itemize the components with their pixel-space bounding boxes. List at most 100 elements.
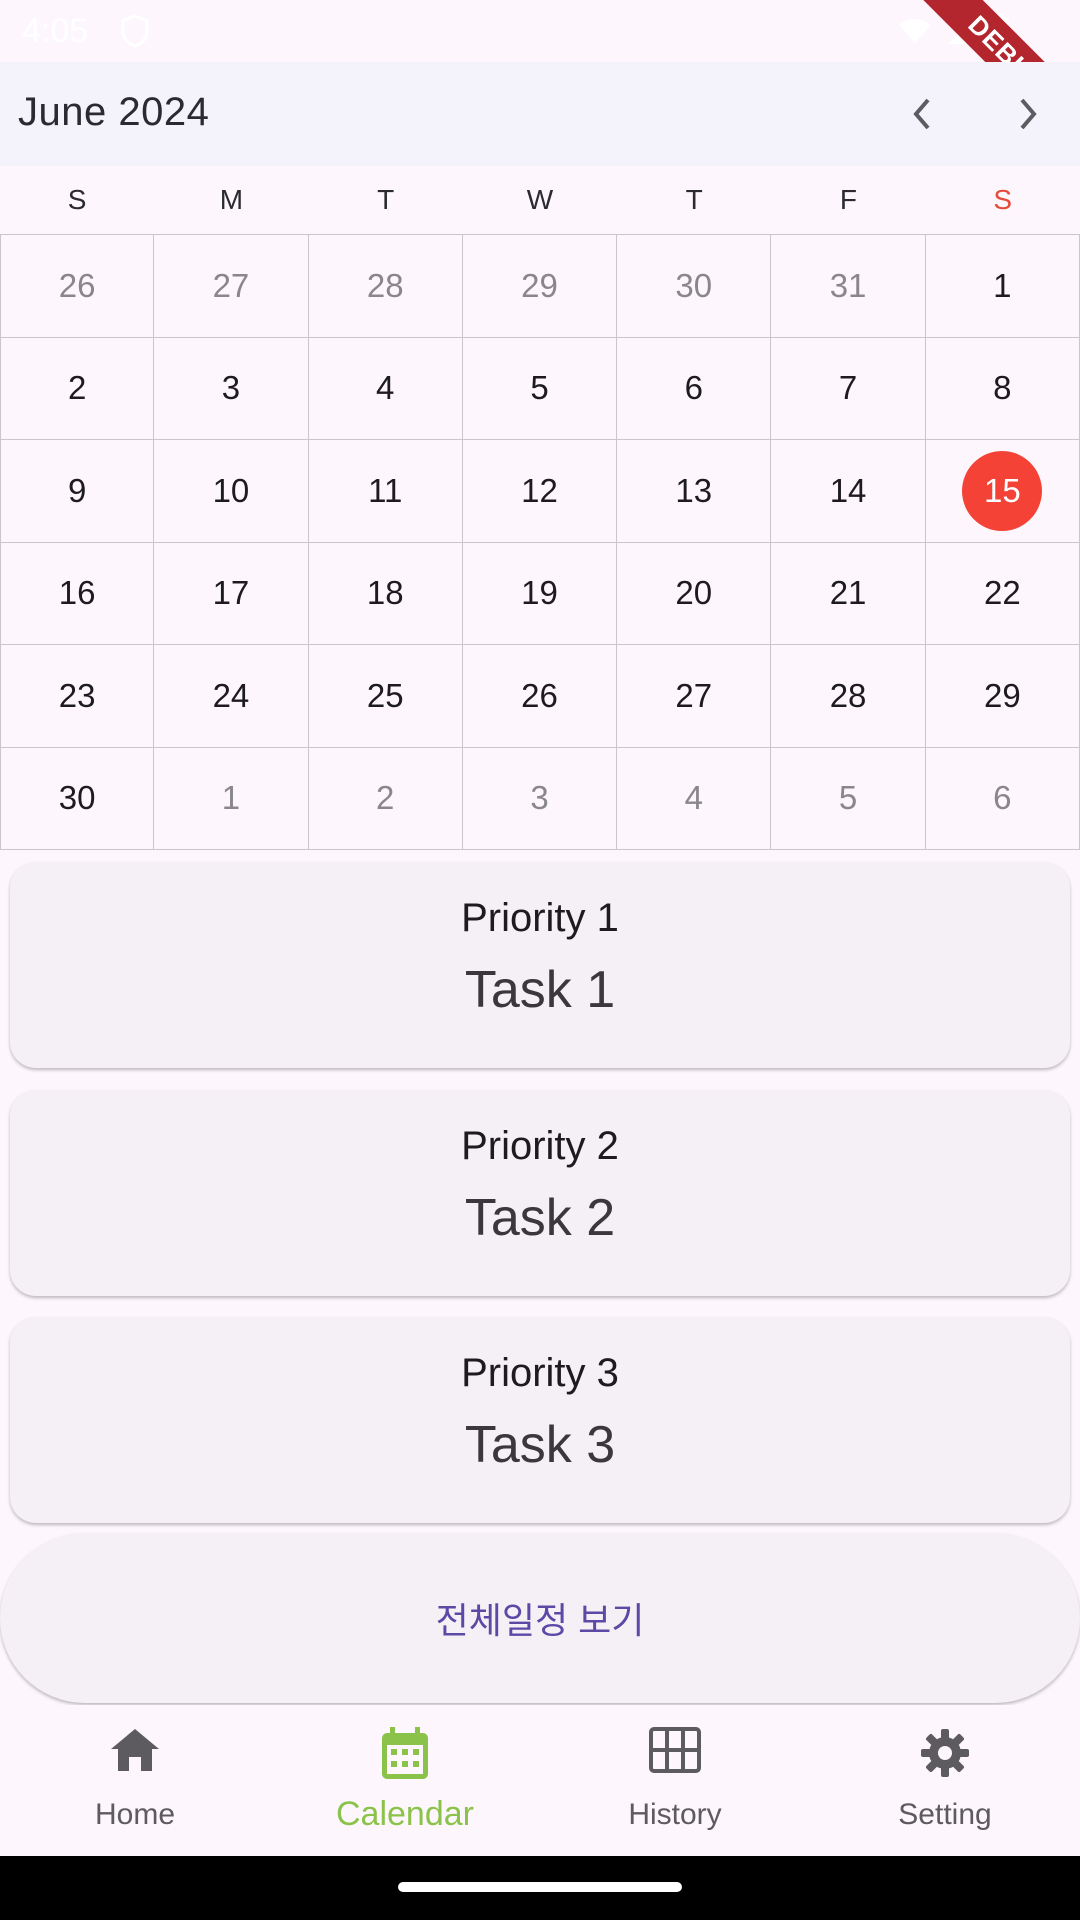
task-name: Task 1: [464, 961, 616, 1019]
task-card-1[interactable]: Priority 1 Task 1: [10, 862, 1070, 1068]
calendar-day[interactable]: 29: [925, 645, 1080, 748]
calendar-day[interactable]: 3: [154, 337, 309, 440]
nav-setting[interactable]: Setting: [810, 1705, 1080, 1855]
calendar-grid: 26 27 28 29 30 31 1 2 3 4 5 6 7 8 9 10 11 12 13 14 15 16 17 18 1…: [0, 234, 1080, 850]
calendar-day[interactable]: 4: [308, 337, 463, 440]
calendar-day[interactable]: 11: [308, 440, 463, 543]
day-number: 2: [67, 369, 87, 407]
calendar-day-selected[interactable]: 15: [925, 440, 1080, 543]
calendar-day[interactable]: 25: [308, 645, 463, 748]
calendar-day[interactable]: 16: [0, 542, 155, 645]
calendar-icon: [270, 1727, 540, 1781]
calendar-day[interactable]: 22: [925, 542, 1080, 645]
shield-icon: [120, 14, 150, 53]
calendar-day[interactable]: 5: [462, 337, 618, 440]
view-all-schedule-button[interactable]: 전체일정 보기: [0, 1533, 1080, 1703]
calendar-day[interactable]: 2: [0, 337, 155, 440]
day-number: 3: [221, 369, 241, 407]
bottom-navigation: Home Calendar History Setting: [0, 1705, 1080, 1855]
calendar-day[interactable]: 28: [771, 645, 926, 748]
day-number: 8: [993, 369, 1012, 407]
day-number: 28: [366, 266, 404, 304]
task-name: Task 2: [464, 1189, 616, 1247]
calendar-day[interactable]: 26: [462, 645, 618, 748]
calendar-day[interactable]: 30: [617, 235, 772, 338]
calendar-day[interactable]: 21: [771, 542, 926, 645]
day-number: 29: [983, 676, 1021, 714]
prev-month-button[interactable]: [898, 90, 946, 138]
task-card-3[interactable]: Priority 3 Task 3: [10, 1317, 1070, 1523]
day-number: 18: [366, 574, 404, 612]
day-number: 5: [838, 779, 858, 817]
day-number: 19: [521, 574, 558, 612]
nav-label: History: [628, 1798, 722, 1831]
chevron-right-icon: [1020, 98, 1037, 130]
calendar-day[interactable]: 31: [771, 235, 926, 338]
day-number: 26: [521, 676, 558, 714]
day-number: 5: [530, 369, 549, 407]
next-month-button[interactable]: [1004, 90, 1052, 138]
month-title: June 2024: [18, 90, 210, 134]
calendar-day[interactable]: 9: [0, 440, 155, 543]
weekday-row: S M T W T F S: [0, 166, 1080, 234]
calendar-day[interactable]: 18: [308, 542, 463, 645]
day-number: 17: [212, 574, 250, 612]
calendar-day[interactable]: 27: [154, 235, 309, 338]
day-number: 21: [829, 574, 867, 612]
day-number: 4: [684, 779, 703, 817]
nav-home[interactable]: Home: [0, 1705, 270, 1855]
calendar-header: June 2024: [0, 62, 1080, 166]
calendar-day[interactable]: 3: [462, 747, 618, 850]
calendar-day[interactable]: 6: [617, 337, 772, 440]
day-number: 29: [521, 266, 558, 304]
day-number: 25: [366, 676, 404, 714]
weekday-label: W: [526, 184, 554, 215]
calendar-day[interactable]: 12: [462, 440, 618, 543]
nav-history[interactable]: History: [540, 1705, 810, 1855]
task-card-2[interactable]: Priority 2 Task 2: [10, 1090, 1070, 1296]
day-number: 26: [58, 266, 96, 304]
calendar-day[interactable]: 23: [0, 645, 155, 748]
calendar-day[interactable]: 29: [462, 235, 618, 338]
calendar-day[interactable]: 1: [154, 747, 309, 850]
calendar-day[interactable]: 10: [154, 440, 309, 543]
day-number: 23: [58, 676, 96, 714]
calendar-day[interactable]: 19: [462, 542, 618, 645]
calendar-day[interactable]: 24: [154, 645, 309, 748]
calendar-day[interactable]: 20: [617, 542, 772, 645]
day-number: 10: [212, 471, 250, 509]
weekday-label-saturday: S: [993, 184, 1013, 215]
calendar-day[interactable]: 28: [308, 235, 463, 338]
chevron-left-icon: [913, 98, 930, 130]
calendar-day[interactable]: 14: [771, 440, 926, 543]
calendar-day[interactable]: 26: [0, 235, 155, 338]
day-number: 6: [993, 779, 1012, 817]
home-gesture-handle[interactable]: [398, 1882, 682, 1892]
calendar-day[interactable]: 8: [925, 337, 1080, 440]
weekday-label: T: [377, 184, 395, 215]
day-number: 31: [829, 266, 867, 304]
day-number: 14: [829, 471, 867, 509]
calendar-day[interactable]: 7: [771, 337, 926, 440]
calendar-day[interactable]: 5: [771, 747, 926, 850]
calendar-day[interactable]: 27: [617, 645, 772, 748]
nav-label: Home: [94, 1798, 176, 1831]
day-number: 2: [376, 779, 395, 817]
day-number: 12: [521, 471, 558, 509]
day-number: 4: [376, 369, 395, 407]
calendar-day[interactable]: 30: [0, 747, 155, 850]
home-icon: [0, 1727, 270, 1773]
day-number: 20: [675, 574, 713, 612]
weekday-label: M: [219, 184, 244, 215]
calendar-day[interactable]: 6: [925, 747, 1080, 850]
calendar-day[interactable]: 1: [925, 235, 1080, 338]
calendar-day[interactable]: 2: [308, 747, 463, 850]
calendar-day[interactable]: 17: [154, 542, 309, 645]
calendar-day[interactable]: 4: [617, 747, 772, 850]
day-number: 13: [675, 471, 713, 509]
grid-icon: [540, 1727, 810, 1773]
calendar-day[interactable]: 13: [617, 440, 772, 543]
status-time: 4:05: [22, 12, 89, 50]
weekday-label: S: [67, 184, 87, 215]
nav-calendar[interactable]: Calendar: [270, 1705, 540, 1855]
